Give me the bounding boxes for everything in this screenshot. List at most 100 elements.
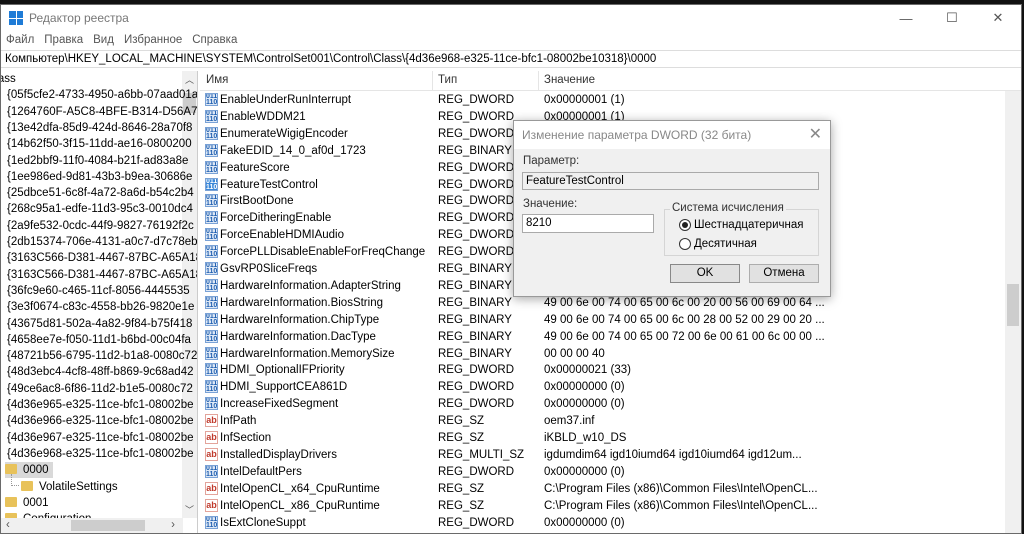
tree-node-guid[interactable]: {1ee986ed-9d81-43b3-b9ea-30686e (7, 169, 192, 185)
tree-node-label: {4d36e965-e325-11ce-bfc1-08002be (7, 399, 194, 411)
dialog-title: Изменение параметра DWORD (32 бита) (514, 121, 830, 149)
tree-node-guid[interactable]: {2a9fe532-0cdc-44f9-9827-76192f2c (7, 218, 194, 234)
base-group: Система исчисления Шестнадцатеричная Дес… (664, 202, 819, 256)
tree-node-guid[interactable]: {4d36e966-e325-11ce-bfc1-08002be (7, 413, 194, 429)
registry-value-row[interactable]: ab InfPath REG_SZ oem37.inf (200, 413, 1005, 429)
menu-favorites[interactable]: Избранное (119, 31, 187, 49)
tree-node-guid[interactable]: {48721b56-6795-11d2-b1a8-0080c72 (7, 348, 197, 364)
list-scroll-thumb[interactable] (1007, 284, 1019, 326)
value-input[interactable]: 8210 (522, 214, 654, 233)
value-type: REG_DWORD (438, 94, 515, 106)
value-value: 49 00 6e 00 74 00 65 00 6c 00 28 00 52 0… (544, 313, 825, 326)
column-type-header[interactable]: Тип (438, 74, 457, 86)
address-bar[interactable]: Компьютер\HKEY_LOCAL_MACHINE\SYSTEM\Cont… (1, 50, 1021, 68)
minimize-button[interactable]: — (883, 5, 929, 31)
tree-node-guid[interactable]: {4d36e968-e325-11ce-bfc1-08002be (7, 446, 194, 462)
maximize-button[interactable]: ☐ (929, 5, 975, 31)
registry-value-row[interactable]: ab IntelOpenCL_x86_CpuRuntime REG_SZ C:\Pro… (200, 498, 1005, 514)
value-type: REG_DWORD (438, 398, 515, 411)
close-button[interactable]: ✕ (975, 5, 1021, 31)
value-label: Значение: (523, 198, 578, 210)
tree-node-guid[interactable]: {3163C566-D381-4467-87BC-A65A18 (7, 250, 198, 266)
tree-node-guid[interactable]: {3163C566-D381-4467-87BC-A65A18 (7, 267, 197, 283)
tree-node-label: {48d3ebc4-4cf8-48ff-b869-9c68ad42 (7, 366, 194, 379)
binary-value-icon: 011 110 (205, 211, 218, 225)
binary-value-icon: 011 110 (205, 194, 218, 208)
tree-node-guid[interactable]: {4d36e965-e325-11ce-bfc1-08002be (7, 397, 194, 413)
scroll-right-arrow-icon[interactable]: › (171, 519, 175, 531)
registry-value-row[interactable]: ab IntelOpenCL_x64_CpuRuntime REG_SZ C:\Pro… (200, 481, 1005, 497)
registry-value-row[interactable]: 011 110 IsExtCloneSuppt REG_DWORD 0x00000000… (200, 515, 1005, 531)
registry-value-row[interactable]: ab InfSection REG_SZ iKBLD_w10_DS (200, 430, 1005, 446)
column-name-header[interactable]: Имя (206, 74, 228, 86)
registry-value-row[interactable]: 011 110 HardwareInformation.ChipType REG_BI… (200, 312, 1005, 328)
ok-button[interactable]: OK (670, 264, 740, 283)
binary-value-icon: 011 110 (205, 177, 218, 191)
tree-node-guid[interactable]: {1264760F-A5C8-4BFE-B314-D56A7E (7, 104, 197, 120)
tree-node-label: {3e3f0674-c83c-4558-bb26-9820e1e (7, 301, 195, 314)
registry-value-row[interactable]: 011 110 IncreaseFixedSegment REG_DWORD 0x000… (200, 396, 1005, 412)
cancel-button[interactable]: Отмена (749, 264, 819, 283)
list-vertical-scrollbar[interactable] (1005, 91, 1021, 533)
radio-hex[interactable]: Шестнадцатеричная (679, 219, 803, 231)
tree-node-volatilesettings[interactable]: VolatileSettings (21, 479, 118, 495)
tree-node-guid[interactable]: {05f5cfe2-4733-4950-a6bb-07aad01a (7, 87, 197, 103)
tree-node-guid[interactable]: {2db15374-706e-4131-a0c7-d7c78eb (7, 234, 197, 250)
column-value-header[interactable]: Значение (544, 74, 595, 86)
menu-view[interactable]: Вид (88, 31, 119, 49)
tree-node-guid[interactable]: {25dbce51-6c8f-4a72-8a6d-b54c2b4 (7, 185, 194, 201)
tree-node-guid[interactable]: {4658ee7e-f050-11d1-b6bd-00c04fa (7, 332, 191, 348)
value-type: REG_BINARY (438, 279, 512, 292)
tree-node-guid[interactable]: {268c95a1-edfe-11d3-95c3-0010dc4 (7, 201, 193, 217)
registry-value-row[interactable]: 011 110 HDMI_SupportCEA861D REG_DWORD 0x0000… (200, 379, 1005, 395)
value-value: igdumdim64 igd10iumd64 igd10iumd64 igd12… (544, 448, 802, 461)
tree-node-guid[interactable]: {43675d81-502a-4a82-9f84-b75f418 (7, 316, 192, 332)
binary-value-icon: 011 110 (205, 143, 218, 157)
tree-node-guid[interactable]: {48d3ebc4-4cf8-48ff-b869-9c68ad42 (7, 364, 194, 380)
menu-edit[interactable]: Правка (39, 31, 88, 49)
registry-value-row[interactable]: 011 110 HDMI_OptionalIFPriority REG_DWORD 0x… (200, 362, 1005, 378)
binary-value-icon: 011 110 (205, 126, 218, 140)
tree-node-label: {3163C566-D381-4467-87BC-A65A18 (7, 252, 198, 265)
menu-file[interactable]: Файл (1, 31, 39, 49)
tree-node-label: {25dbce51-6c8f-4a72-8a6d-b54c2b4 (7, 187, 194, 200)
tree-node-guid[interactable]: {4d36e967-e325-11ce-bfc1-08002be (7, 430, 194, 446)
tree-node-0001[interactable]: 0001 (5, 495, 49, 511)
value-value: C:\Program Files (x86)\Common Files\Inte… (544, 482, 818, 495)
menu-help[interactable]: Справка (187, 31, 242, 49)
title-bar: Редактор реестра — ☐ ✕ (1, 5, 1021, 31)
tree-node-guid[interactable]: {1ed2bbf9-11f0-4084-b21f-ad83a8e (7, 153, 188, 169)
registry-value-row[interactable]: 011 110 IntelDefaultPers REG_DWORD 0x0000000… (200, 464, 1005, 480)
tree-node-guid[interactable]: {36fc9e60-c465-11cf-8056-4445535 (7, 283, 190, 299)
value-type: REG_BINARY (438, 144, 512, 157)
registry-value-row[interactable]: 011 110 HardwareInformation.BiosString REG_… (200, 295, 1005, 311)
string-value-icon: ab (205, 481, 218, 495)
scroll-up-arrow-icon[interactable]: ︿ (185, 73, 194, 86)
value-value: C:\Program Files (x86)\Common Files\Inte… (544, 499, 818, 512)
registry-value-row[interactable]: 011 110 HardwareInformation.MemorySize REG_… (200, 346, 1005, 362)
tree-hscroll-thumb[interactable] (71, 520, 145, 531)
tree-node-label: 0001 (23, 496, 49, 509)
value-type: REG_MULTI_SZ (438, 448, 525, 461)
tree-node-guid[interactable]: {3e3f0674-c83c-4558-bb26-9820e1e (7, 299, 194, 315)
dialog-close-icon[interactable]: ✕ (809, 124, 822, 144)
binary-value-icon: 011 110 (205, 464, 218, 478)
registry-value-row[interactable]: 011 110 HardwareInformation.DacType REG_BIN… (200, 329, 1005, 345)
registry-value-row[interactable]: ab InstalledDisplayDrivers REG_MULTI_SZ igd… (200, 447, 1005, 463)
scroll-down-arrow-icon[interactable]: ﹀ (185, 503, 194, 516)
tree-node-guid[interactable]: {13e42dfa-85d9-424d-8646-28a70f8 (7, 120, 192, 136)
value-type: REG_BINARY (438, 347, 512, 360)
scroll-left-arrow-icon[interactable]: ‹ (6, 519, 10, 531)
value-type: REG_DWORD (438, 127, 515, 140)
value-name: HardwareInformation.ChipType (220, 313, 380, 326)
tree-node-class[interactable]: Class (1, 71, 16, 87)
tree-node-guid[interactable]: {49ce6ac8-6f86-11d2-b1e5-0080c72 (7, 381, 193, 397)
tree-horizontal-scrollbar[interactable]: ‹ › (1, 518, 183, 533)
value-name: FakeEDID_14_0_af0d_1723 (220, 144, 366, 157)
binary-value-icon: 011 110 (205, 380, 218, 394)
radio-decimal[interactable]: Десятичная (679, 238, 757, 250)
string-value-icon: ab (205, 498, 218, 512)
registry-value-row[interactable]: 011 110 EnableUnderRunInterrupt REG_DWORD 0x… (200, 92, 1005, 108)
tree-node-guid[interactable]: {14b62f50-3f15-11dd-ae16-0800200 (7, 136, 192, 152)
tree-node-label: {1ed2bbf9-11f0-4084-b21f-ad83a8e (7, 154, 189, 167)
